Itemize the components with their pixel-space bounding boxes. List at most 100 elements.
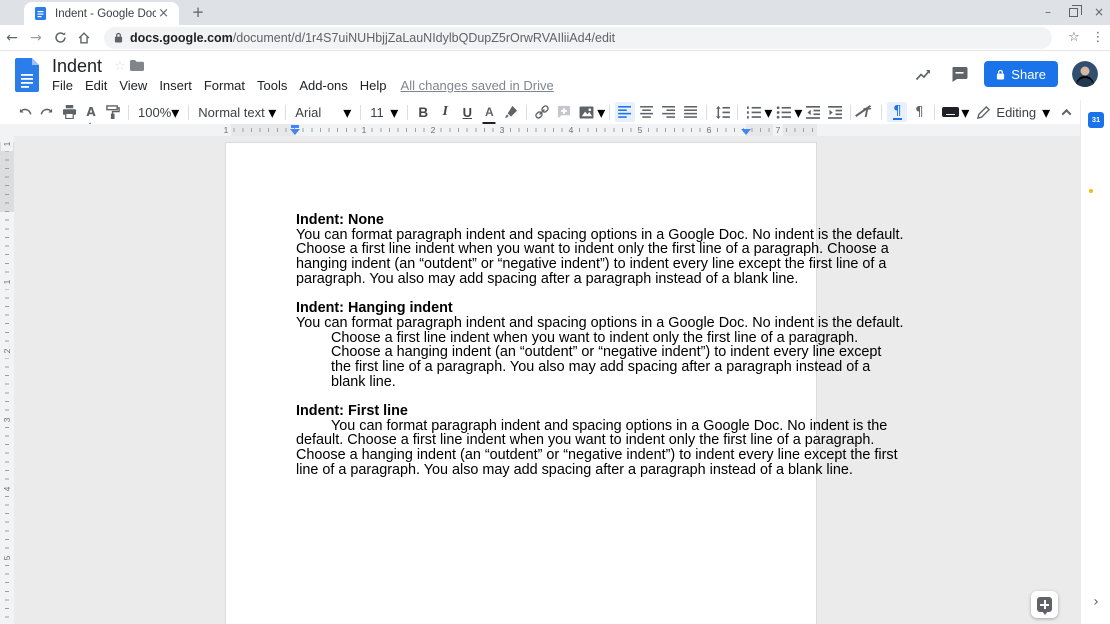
spellcheck-letter: A bbox=[86, 107, 95, 118]
insights-icon[interactable] bbox=[912, 63, 934, 85]
menu-file[interactable]: File bbox=[52, 76, 79, 95]
toolbar-divider bbox=[360, 105, 361, 120]
ruler-number: 1 bbox=[359, 124, 369, 136]
zoom-select[interactable]: 100%▾ bbox=[133, 102, 184, 122]
font-select[interactable]: Arial▾ bbox=[290, 102, 356, 122]
chevron-down-icon: ▾ bbox=[268, 103, 276, 122]
menu-edit[interactable]: Edit bbox=[79, 76, 113, 95]
document-page[interactable]: Indent: None You can format paragraph in… bbox=[225, 142, 817, 624]
text-color-icon[interactable]: A bbox=[479, 102, 499, 122]
first-line-indent-marker[interactable] bbox=[291, 125, 299, 128]
chevron-down-icon: ▾ bbox=[171, 103, 179, 122]
collapse-toolbar-button[interactable] bbox=[1058, 102, 1074, 122]
insert-image-icon[interactable] bbox=[576, 102, 596, 122]
account-avatar[interactable] bbox=[1072, 61, 1098, 87]
redo-icon[interactable] bbox=[37, 102, 57, 122]
chevron-down-icon: ▾ bbox=[343, 103, 351, 122]
hide-side-panel-icon[interactable]: › bbox=[1081, 594, 1110, 610]
menu-tools[interactable]: Tools bbox=[251, 76, 293, 95]
bookmark-star-icon[interactable]: ☆ bbox=[1062, 30, 1086, 45]
line-spacing-icon[interactable] bbox=[712, 102, 732, 122]
spellcheck-icon[interactable]: A bbox=[81, 102, 101, 122]
doc-line: default. Choose a first line indent when… bbox=[296, 433, 756, 448]
menu-format[interactable]: Format bbox=[198, 76, 251, 95]
url-bar[interactable]: docs.google.com/document/d/1r4S7uiNUHbjj… bbox=[104, 27, 1052, 49]
toolbar-divider bbox=[285, 105, 286, 120]
print-icon[interactable] bbox=[59, 102, 79, 122]
new-tab-button[interactable]: + bbox=[188, 3, 208, 23]
menu-insert[interactable]: Insert bbox=[153, 76, 198, 95]
share-button[interactable]: Share bbox=[984, 61, 1058, 87]
right-indent-marker[interactable] bbox=[741, 129, 751, 135]
italic-icon[interactable]: I bbox=[435, 102, 455, 122]
section-heading: Indent: Hanging indent bbox=[296, 301, 756, 316]
paragraph-ltr-icon[interactable]: ¶ bbox=[887, 102, 907, 122]
doc-section-hanging: Indent: Hanging indent You can format pa… bbox=[296, 301, 756, 389]
browser-tab[interactable]: Indent - Google Docs × bbox=[24, 2, 179, 25]
align-justify-icon[interactable] bbox=[681, 102, 701, 122]
align-right-icon[interactable] bbox=[659, 102, 679, 122]
editing-mode-select[interactable]: Editing ▾ bbox=[969, 103, 1058, 122]
menu-help[interactable]: Help bbox=[354, 76, 393, 95]
numbered-list-icon[interactable] bbox=[743, 102, 763, 122]
paragraph-rtl-icon[interactable]: ¶ bbox=[909, 102, 929, 122]
menu-addons[interactable]: Add-ons bbox=[293, 76, 353, 95]
window-close-icon[interactable]: × bbox=[1092, 0, 1106, 25]
comment-history-icon[interactable] bbox=[948, 63, 970, 85]
add-comment-icon[interactable] bbox=[554, 102, 574, 122]
doc-line: Choose a first line indent when you want… bbox=[296, 242, 756, 257]
underline-icon[interactable]: U bbox=[457, 102, 477, 122]
highlight-color-icon[interactable] bbox=[501, 102, 521, 122]
chevron-down-icon[interactable]: ▾ bbox=[764, 103, 772, 122]
chevron-down-icon[interactable]: ▾ bbox=[597, 103, 605, 122]
clear-formatting-icon[interactable]: T bbox=[856, 102, 876, 122]
browser-menu-icon[interactable]: ⋮ bbox=[1086, 30, 1110, 45]
move-folder-icon[interactable] bbox=[130, 60, 144, 71]
increase-indent-icon[interactable] bbox=[825, 102, 845, 122]
document-title[interactable]: Indent bbox=[52, 56, 102, 77]
tab-title: Indent - Google Docs bbox=[55, 8, 156, 20]
toolbar-divider bbox=[188, 105, 189, 120]
insert-link-icon[interactable] bbox=[532, 102, 552, 122]
url-domain: docs.google.com bbox=[130, 31, 233, 45]
vertical-ruler[interactable]: 1 1 2 3 4 5 bbox=[0, 136, 14, 624]
left-indent-marker[interactable] bbox=[290, 129, 300, 135]
minimize-icon[interactable]: – bbox=[1041, 0, 1055, 25]
paint-format-icon[interactable] bbox=[103, 102, 123, 122]
chevron-down-icon[interactable]: ▾ bbox=[961, 103, 969, 122]
bulleted-list-icon[interactable] bbox=[773, 102, 793, 122]
back-icon[interactable]: ← bbox=[0, 30, 24, 46]
align-left-icon[interactable] bbox=[615, 102, 635, 122]
explore-button[interactable] bbox=[1031, 591, 1058, 618]
home-icon[interactable] bbox=[72, 31, 96, 45]
tab-close-icon[interactable]: × bbox=[156, 6, 171, 21]
paragraph-style-select[interactable]: Normal text▾ bbox=[193, 102, 281, 122]
share-label: Share bbox=[1011, 67, 1046, 82]
google-docs-window: Indent - Google Docs × + – × ← → docs.go… bbox=[0, 0, 1110, 624]
chevron-up-icon bbox=[1061, 108, 1071, 118]
chevron-down-icon: ▾ bbox=[1042, 103, 1050, 122]
align-center-icon[interactable] bbox=[637, 102, 657, 122]
calendar-icon[interactable]: 31 bbox=[1088, 112, 1104, 128]
star-document-icon[interactable]: ☆ bbox=[114, 59, 126, 74]
menu-view[interactable]: View bbox=[113, 76, 153, 95]
ruler-number: 3 bbox=[497, 124, 507, 136]
undo-icon[interactable] bbox=[15, 102, 35, 122]
horizontal-ruler[interactable]: 1 1 2 3 4 5 6 7 bbox=[0, 124, 1080, 136]
font-size-select[interactable]: 11▾ bbox=[365, 102, 403, 122]
bold-icon[interactable]: B bbox=[413, 102, 433, 122]
restore-icon[interactable] bbox=[1069, 8, 1078, 17]
docs-logo-icon[interactable] bbox=[15, 58, 41, 92]
side-panel: 31 › bbox=[1080, 100, 1110, 624]
document-text[interactable]: Indent: None You can format paragraph in… bbox=[296, 213, 756, 492]
reload-icon[interactable] bbox=[48, 31, 72, 44]
doc-line: Choose a first line indent when you want… bbox=[296, 331, 756, 346]
decrease-indent-icon[interactable] bbox=[803, 102, 823, 122]
input-tools-icon[interactable] bbox=[940, 102, 960, 122]
forward-icon[interactable]: → bbox=[24, 30, 48, 46]
saved-status-link[interactable]: All changes saved in Drive bbox=[395, 76, 560, 95]
chevron-down-icon[interactable]: ▾ bbox=[794, 103, 802, 122]
ruler-number: 2 bbox=[428, 124, 438, 136]
header-actions: Share bbox=[912, 61, 1098, 87]
toolbar-divider bbox=[128, 105, 129, 120]
